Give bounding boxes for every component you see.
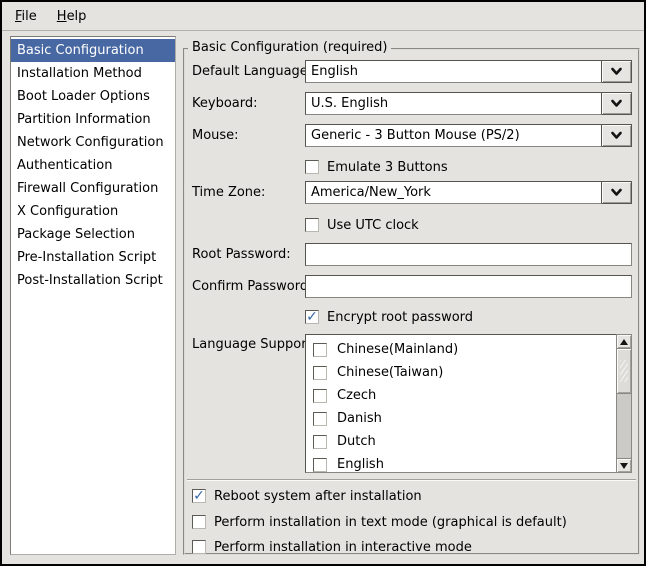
mouse-label: Mouse: xyxy=(192,128,239,143)
sidebar-item-installation-method[interactable]: Installation Method xyxy=(11,62,175,85)
encrypt-root-password-checkbox[interactable] xyxy=(305,310,319,324)
keyboard-combo[interactable]: U.S. English xyxy=(305,92,632,115)
scrollbar-thumb[interactable] xyxy=(616,348,632,394)
language-support-list: Chinese(Mainland) Chinese(Taiwan) Czech … xyxy=(305,334,632,473)
encrypt-root-password-label[interactable]: Encrypt root password xyxy=(327,310,473,325)
triangle-down-icon xyxy=(620,463,628,469)
sidebar-item-package-selection[interactable]: Package Selection xyxy=(11,223,175,246)
language-checkbox[interactable] xyxy=(313,458,327,472)
emulate-3-buttons-checkbox[interactable] xyxy=(305,160,319,174)
kickstart-configurator-window: File Help Basic Configuration Installati… xyxy=(0,0,646,566)
confirm-password-label: Confirm Password: xyxy=(192,279,312,294)
sidebar-item-pre-installation-script[interactable]: Pre-Installation Script xyxy=(11,246,175,269)
sidebar-item-boot-loader-options[interactable]: Boot Loader Options xyxy=(11,85,175,108)
chevron-down-icon xyxy=(610,188,623,197)
triangle-up-icon xyxy=(620,339,628,345)
time-zone-combo[interactable]: America/New_York xyxy=(305,181,632,204)
use-utc-label[interactable]: Use UTC clock xyxy=(327,218,419,233)
use-utc-row: Use UTC clock xyxy=(305,217,419,233)
chevron-down-icon xyxy=(610,131,623,140)
language-option-danish[interactable]: Danish xyxy=(306,407,616,430)
root-password-label: Root Password: xyxy=(192,247,291,262)
sidebar-item-basic-configuration[interactable]: Basic Configuration xyxy=(11,39,175,62)
emulate-3-buttons-row: Emulate 3 Buttons xyxy=(305,159,448,175)
default-language-dropdown-button[interactable] xyxy=(602,60,632,83)
text-mode-install-row: Perform installation in text mode (graph… xyxy=(192,514,567,530)
menu-help[interactable]: Help xyxy=(47,4,97,29)
text-mode-install-label[interactable]: Perform installation in text mode (graph… xyxy=(214,515,567,530)
mouse-combo[interactable]: Generic - 3 Button Mouse (PS/2) xyxy=(305,124,632,147)
language-support-row: Language Support: Chinese(Mainland) Chin… xyxy=(192,334,632,473)
text-mode-install-checkbox[interactable] xyxy=(192,515,206,529)
language-option-label[interactable]: Danish xyxy=(337,411,382,426)
language-support-label: Language Support: xyxy=(192,337,316,352)
basic-configuration-panel: Basic Configuration (required) Default L… xyxy=(183,48,640,555)
time-zone-dropdown-button[interactable] xyxy=(602,181,632,204)
sidebar-item-firewall-configuration[interactable]: Firewall Configuration xyxy=(11,177,175,200)
language-option-label[interactable]: Dutch xyxy=(337,434,376,449)
language-option-czech[interactable]: Czech xyxy=(306,384,616,407)
time-zone-label: Time Zone: xyxy=(192,185,265,200)
language-list-scrollbar[interactable] xyxy=(616,334,632,473)
confirm-password-input[interactable] xyxy=(305,275,632,298)
language-option-english[interactable]: English xyxy=(306,453,616,473)
keyboard-label: Keyboard: xyxy=(192,96,258,111)
root-password-row: Root Password: xyxy=(192,243,632,266)
scroll-down-button[interactable] xyxy=(616,458,632,473)
language-checkbox[interactable] xyxy=(313,435,327,449)
interactive-mode-install-row: Perform installation in interactive mode xyxy=(192,539,472,555)
panel-title: Basic Configuration (required) xyxy=(188,40,391,55)
language-checkbox[interactable] xyxy=(313,389,327,403)
scroll-up-button[interactable] xyxy=(616,334,632,349)
language-checkbox[interactable] xyxy=(313,366,327,380)
emulate-3-buttons-label[interactable]: Emulate 3 Buttons xyxy=(327,160,448,175)
sidebar-item-post-installation-script[interactable]: Post-Installation Script xyxy=(11,269,175,292)
time-zone-row: Time Zone: America/New_York xyxy=(192,181,632,204)
interactive-mode-install-label[interactable]: Perform installation in interactive mode xyxy=(214,540,472,555)
keyboard-row: Keyboard: U.S. English xyxy=(192,92,632,115)
menu-file[interactable]: File xyxy=(5,4,47,29)
use-utc-checkbox[interactable] xyxy=(305,218,319,232)
encrypt-root-password-row: Encrypt root password xyxy=(305,309,473,325)
keyboard-value[interactable]: U.S. English xyxy=(305,92,602,115)
time-zone-value[interactable]: America/New_York xyxy=(305,181,602,204)
sidebar-item-partition-information[interactable]: Partition Information xyxy=(11,108,175,131)
keyboard-dropdown-button[interactable] xyxy=(602,92,632,115)
mouse-row: Mouse: Generic - 3 Button Mouse (PS/2) xyxy=(192,124,632,147)
root-password-input[interactable] xyxy=(305,243,632,266)
language-checkbox[interactable] xyxy=(313,343,327,357)
language-checkbox[interactable] xyxy=(313,412,327,426)
confirm-password-row: Confirm Password: xyxy=(192,275,632,298)
chevron-down-icon xyxy=(610,67,623,76)
mouse-dropdown-button[interactable] xyxy=(602,124,632,147)
default-language-row: Default Language: English xyxy=(192,60,632,83)
chevron-down-icon xyxy=(610,99,623,108)
language-option-chinese-taiwan[interactable]: Chinese(Taiwan) xyxy=(306,361,616,384)
interactive-mode-install-checkbox[interactable] xyxy=(192,540,206,554)
language-option-label[interactable]: Chinese(Mainland) xyxy=(337,342,458,357)
language-option-dutch[interactable]: Dutch xyxy=(306,430,616,453)
language-option-chinese-mainland[interactable]: Chinese(Mainland) xyxy=(306,338,616,361)
reboot-after-install-checkbox[interactable] xyxy=(192,489,206,503)
menubar: File Help xyxy=(2,2,644,31)
default-language-label: Default Language: xyxy=(192,64,312,79)
separator xyxy=(187,479,636,481)
reboot-after-install-row: Reboot system after installation xyxy=(192,488,422,504)
language-option-label[interactable]: English xyxy=(337,457,384,472)
sidebar-item-network-configuration[interactable]: Network Configuration xyxy=(11,131,175,154)
reboot-after-install-label[interactable]: Reboot system after installation xyxy=(214,489,422,504)
default-language-combo[interactable]: English xyxy=(305,60,632,83)
language-option-label[interactable]: Czech xyxy=(337,388,376,403)
sidebar-item-x-configuration[interactable]: X Configuration xyxy=(11,200,175,223)
mouse-value[interactable]: Generic - 3 Button Mouse (PS/2) xyxy=(305,124,602,147)
sidebar-item-authentication[interactable]: Authentication xyxy=(11,154,175,177)
sidebar-nav: Basic Configuration Installation Method … xyxy=(10,36,176,555)
language-option-label[interactable]: Chinese(Taiwan) xyxy=(337,365,443,380)
default-language-value[interactable]: English xyxy=(305,60,602,83)
